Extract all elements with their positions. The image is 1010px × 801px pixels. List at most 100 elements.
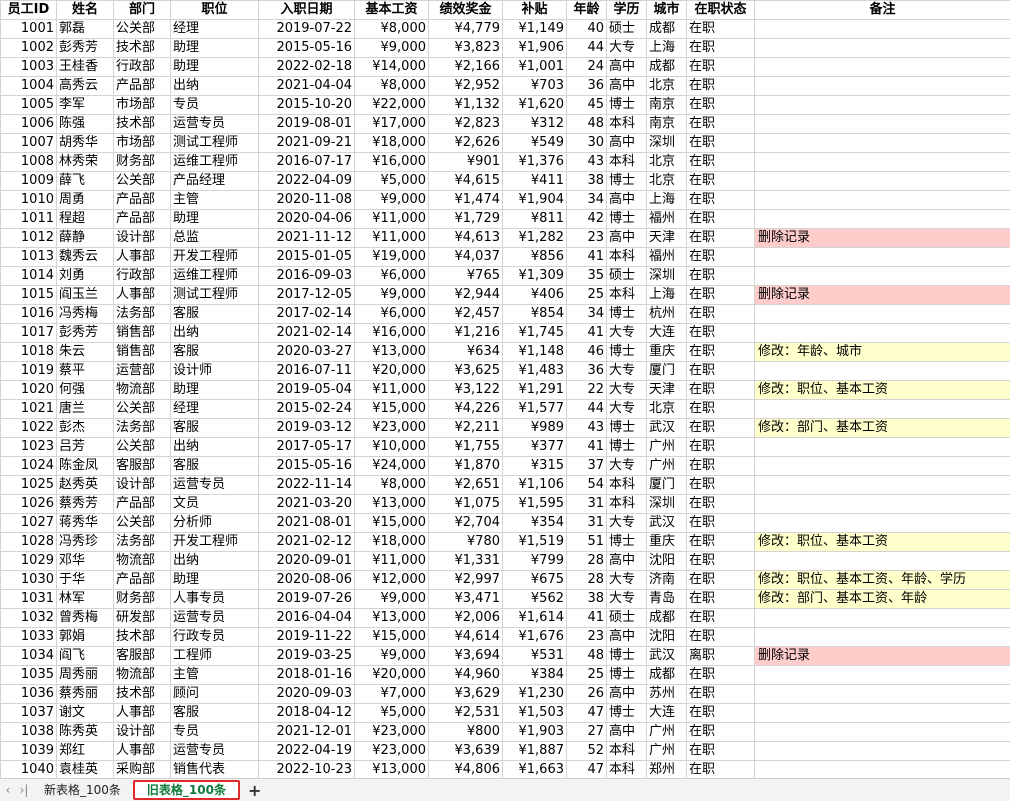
header-education[interactable]: 学历 xyxy=(607,1,647,20)
cell-age[interactable]: 24 xyxy=(567,58,607,77)
cell-age[interactable]: 38 xyxy=(567,590,607,609)
cell-department[interactable]: 设计部 xyxy=(114,476,171,495)
cell-age[interactable]: 51 xyxy=(567,533,607,552)
cell-bonus[interactable]: ¥4,613 xyxy=(429,229,503,248)
cell-position[interactable]: 助理 xyxy=(171,58,259,77)
header-bonus[interactable]: 绩效奖金 xyxy=(429,1,503,20)
cell-city[interactable]: 北京 xyxy=(647,77,687,96)
cell-department[interactable]: 销售部 xyxy=(114,324,171,343)
cell-allowance[interactable]: ¥1,577 xyxy=(503,400,567,419)
cell-position[interactable]: 运营专员 xyxy=(171,742,259,761)
cell-status[interactable]: 在职 xyxy=(687,191,755,210)
cell-education[interactable]: 本科 xyxy=(607,115,647,134)
cell-allowance[interactable]: ¥1,620 xyxy=(503,96,567,115)
cell-name[interactable]: 蔡秀丽 xyxy=(57,685,114,704)
cell-base-salary[interactable]: ¥8,000 xyxy=(355,476,429,495)
cell-remarks[interactable] xyxy=(755,115,1010,134)
cell-allowance[interactable]: ¥1,663 xyxy=(503,761,567,779)
cell-department[interactable]: 技术部 xyxy=(114,685,171,704)
cell-education[interactable]: 本科 xyxy=(607,761,647,779)
cell-status[interactable]: 在职 xyxy=(687,419,755,438)
cell-base-salary[interactable]: ¥13,000 xyxy=(355,343,429,362)
cell-education[interactable]: 大专 xyxy=(607,381,647,400)
cell-education[interactable]: 大专 xyxy=(607,324,647,343)
cell-allowance[interactable]: ¥1,001 xyxy=(503,58,567,77)
cell-employee-id[interactable]: 1033 xyxy=(1,628,57,647)
cell-age[interactable]: 28 xyxy=(567,552,607,571)
cell-education[interactable]: 高中 xyxy=(607,77,647,96)
cell-employee-id[interactable]: 1003 xyxy=(1,58,57,77)
cell-hire-date[interactable]: 2021-02-14 xyxy=(259,324,355,343)
cell-base-salary[interactable]: ¥6,000 xyxy=(355,267,429,286)
cell-bonus[interactable]: ¥2,006 xyxy=(429,609,503,628)
cell-employee-id[interactable]: 1037 xyxy=(1,704,57,723)
cell-status[interactable]: 在职 xyxy=(687,590,755,609)
header-status[interactable]: 在职状态 xyxy=(687,1,755,20)
cell-age[interactable]: 38 xyxy=(567,172,607,191)
cell-position[interactable]: 助理 xyxy=(171,571,259,590)
cell-name[interactable]: 郭娟 xyxy=(57,628,114,647)
cell-position[interactable]: 经理 xyxy=(171,400,259,419)
cell-remarks[interactable] xyxy=(755,495,1010,514)
cell-allowance[interactable]: ¥1,148 xyxy=(503,343,567,362)
cell-remarks[interactable] xyxy=(755,628,1010,647)
cell-education[interactable]: 硕士 xyxy=(607,267,647,286)
cell-city[interactable]: 上海 xyxy=(647,39,687,58)
cell-remarks[interactable]: 修改：职位、基本工资、年龄、学历 xyxy=(755,571,1010,590)
cell-allowance[interactable]: ¥1,106 xyxy=(503,476,567,495)
cell-allowance[interactable]: ¥1,903 xyxy=(503,723,567,742)
cell-allowance[interactable]: ¥1,595 xyxy=(503,495,567,514)
cell-age[interactable]: 30 xyxy=(567,134,607,153)
cell-education[interactable]: 本科 xyxy=(607,742,647,761)
cell-remarks[interactable]: 修改：职位、基本工资 xyxy=(755,533,1010,552)
cell-employee-id[interactable]: 1001 xyxy=(1,20,57,39)
cell-city[interactable]: 上海 xyxy=(647,286,687,305)
cell-education[interactable]: 大专 xyxy=(607,39,647,58)
cell-bonus[interactable]: ¥1,075 xyxy=(429,495,503,514)
cell-name[interactable]: 曾秀梅 xyxy=(57,609,114,628)
cell-base-salary[interactable]: ¥15,000 xyxy=(355,628,429,647)
cell-city[interactable]: 沈阳 xyxy=(647,552,687,571)
cell-age[interactable]: 41 xyxy=(567,324,607,343)
cell-department[interactable]: 法务部 xyxy=(114,533,171,552)
cell-allowance[interactable]: ¥411 xyxy=(503,172,567,191)
cell-employee-id[interactable]: 1025 xyxy=(1,476,57,495)
cell-city[interactable]: 成都 xyxy=(647,609,687,628)
cell-remarks[interactable] xyxy=(755,362,1010,381)
cell-bonus[interactable]: ¥3,625 xyxy=(429,362,503,381)
cell-base-salary[interactable]: ¥18,000 xyxy=(355,533,429,552)
cell-hire-date[interactable]: 2015-02-24 xyxy=(259,400,355,419)
cell-position[interactable]: 运营专员 xyxy=(171,609,259,628)
cell-department[interactable]: 公关部 xyxy=(114,400,171,419)
cell-department[interactable]: 市场部 xyxy=(114,134,171,153)
cell-department[interactable]: 物流部 xyxy=(114,666,171,685)
cell-position[interactable]: 客服 xyxy=(171,419,259,438)
cell-bonus[interactable]: ¥3,823 xyxy=(429,39,503,58)
cell-department[interactable]: 产品部 xyxy=(114,495,171,514)
header-city[interactable]: 城市 xyxy=(647,1,687,20)
cell-status[interactable]: 在职 xyxy=(687,153,755,172)
cell-base-salary[interactable]: ¥20,000 xyxy=(355,666,429,685)
cell-bonus[interactable]: ¥1,474 xyxy=(429,191,503,210)
cell-bonus[interactable]: ¥780 xyxy=(429,533,503,552)
header-employee-id[interactable]: 员工ID xyxy=(1,1,57,20)
cell-status[interactable]: 在职 xyxy=(687,400,755,419)
cell-position[interactable]: 出纳 xyxy=(171,77,259,96)
cell-bonus[interactable]: ¥800 xyxy=(429,723,503,742)
cell-age[interactable]: 54 xyxy=(567,476,607,495)
cell-remarks[interactable] xyxy=(755,438,1010,457)
cell-hire-date[interactable]: 2019-11-22 xyxy=(259,628,355,647)
cell-education[interactable]: 高中 xyxy=(607,685,647,704)
cell-bonus[interactable]: ¥1,132 xyxy=(429,96,503,115)
cell-base-salary[interactable]: ¥22,000 xyxy=(355,96,429,115)
cell-city[interactable]: 福州 xyxy=(647,248,687,267)
cell-remarks[interactable]: 修改：职位、基本工资 xyxy=(755,381,1010,400)
cell-status[interactable]: 在职 xyxy=(687,248,755,267)
cell-remarks[interactable]: 修改：部门、基本工资 xyxy=(755,419,1010,438)
cell-allowance[interactable]: ¥1,887 xyxy=(503,742,567,761)
cell-hire-date[interactable]: 2019-07-26 xyxy=(259,590,355,609)
cell-bonus[interactable]: ¥2,166 xyxy=(429,58,503,77)
cell-status[interactable]: 在职 xyxy=(687,381,755,400)
cell-allowance[interactable]: ¥377 xyxy=(503,438,567,457)
cell-status[interactable]: 在职 xyxy=(687,514,755,533)
